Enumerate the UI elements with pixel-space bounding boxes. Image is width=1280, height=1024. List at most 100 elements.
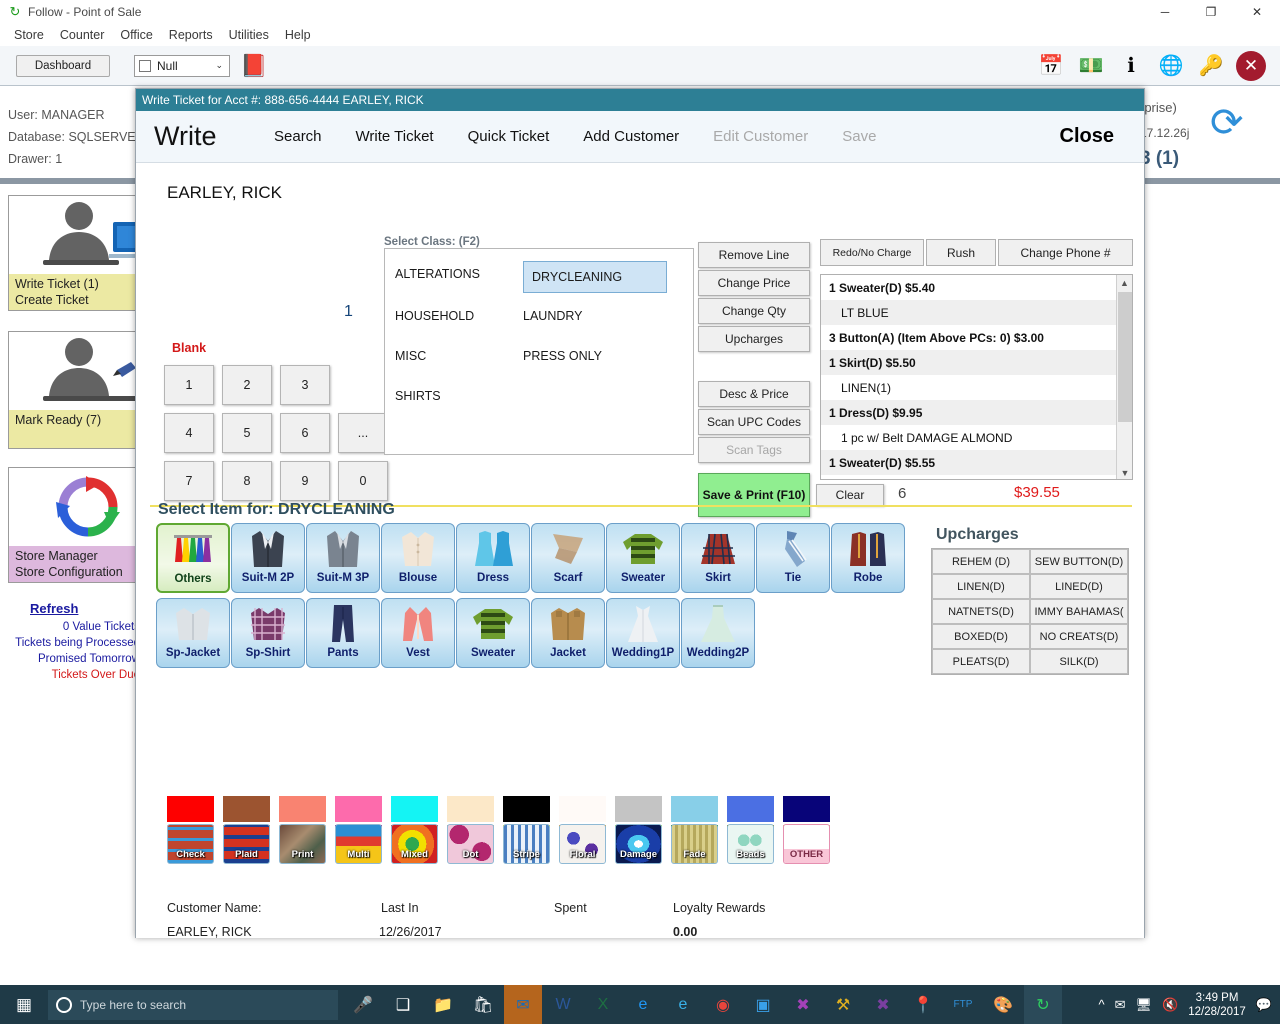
garment-button-dress[interactable]: Dress — [456, 523, 530, 593]
upcharge-no-creats-d[interactable]: NO CREATS(D) — [1030, 624, 1128, 649]
calendar-icon[interactable]: 📅 — [1036, 51, 1066, 81]
network-icon[interactable]: 🖥 — [1136, 997, 1153, 1013]
ribbon-item-quick-ticket[interactable]: Quick Ticket — [468, 128, 550, 145]
color-swatch[interactable] — [727, 796, 774, 822]
menu-item-help[interactable]: Help — [277, 26, 319, 44]
save-print-button[interactable]: Save & Print (F10) — [698, 473, 810, 517]
upcharge-silk-d[interactable]: SILK(D) — [1030, 649, 1128, 674]
ticket-list-scrollbar[interactable]: ▲ ▼ — [1116, 275, 1132, 480]
keypad-key-5[interactable]: 5 — [222, 413, 272, 453]
remote-desktop-icon[interactable]: ▣ — [744, 985, 782, 1024]
search-input[interactable]: Type here to search — [48, 990, 338, 1020]
dialog-close-button[interactable]: Close — [1060, 125, 1114, 148]
ribbon-item-add-customer[interactable]: Add Customer — [583, 128, 679, 145]
scrollbar-thumb[interactable] — [1118, 292, 1132, 422]
pattern-button-floral[interactable]: Floral — [559, 824, 606, 864]
garment-button-skirt[interactable]: Skirt — [681, 523, 755, 593]
action-center-icon[interactable]: 💬 — [1256, 997, 1272, 1013]
tab-redo-no-charge[interactable]: Redo/No Charge — [820, 239, 924, 266]
pattern-button-multi[interactable]: Multi — [335, 824, 382, 864]
upcharge-linen-d[interactable]: LINEN(D) — [932, 574, 1030, 599]
help-sign-icon[interactable]: ℹ — [1116, 51, 1146, 81]
ftp-icon[interactable]: FTP — [944, 985, 982, 1024]
tab-rush[interactable]: Rush — [926, 239, 996, 266]
excel-icon[interactable]: X — [584, 985, 622, 1024]
color-swatch[interactable] — [671, 796, 718, 822]
close-button[interactable]: ✕ — [1234, 0, 1280, 24]
ticket-line-list[interactable]: 1 Sweater(D) $5.40LT BLUE3 Button(A) (It… — [820, 274, 1133, 480]
microsoft-store-icon[interactable]: 🛍 — [464, 985, 502, 1024]
upcharge-immy-bahamas[interactable]: IMMY BAHAMAS( — [1030, 599, 1128, 624]
ribbon-item-write-ticket[interactable]: Write Ticket — [356, 128, 434, 145]
keypad-key-8[interactable]: 8 — [222, 461, 272, 501]
pattern-button-other[interactable]: OTHER — [783, 824, 830, 864]
desc-price-button[interactable]: Desc & Price — [698, 381, 810, 407]
keypad-key-9[interactable]: 9 — [280, 461, 330, 501]
garment-button-jacket[interactable]: Jacket — [531, 598, 605, 668]
keypad-key-7[interactable]: 7 — [164, 461, 214, 501]
exit-icon[interactable]: ✕ — [1236, 51, 1266, 81]
file-explorer-icon[interactable]: 📁 — [424, 985, 462, 1024]
garment-button-robe[interactable]: Robe — [831, 523, 905, 593]
upcharge-lined-d[interactable]: LINED(D) — [1030, 574, 1128, 599]
keypad-key-6[interactable]: 6 — [280, 413, 330, 453]
change-price-button[interactable]: Change Price — [698, 270, 810, 296]
menu-item-counter[interactable]: Counter — [52, 26, 112, 44]
paint-icon[interactable]: 🎨 — [984, 985, 1022, 1024]
ticket-line[interactable]: LINEN(1) — [821, 375, 1132, 400]
upcharge-rehem-d[interactable]: REHEM (D) — [932, 549, 1030, 574]
ticket-line[interactable]: 1 Skirt(D) $5.50 — [821, 350, 1132, 375]
chrome-icon[interactable]: ◉ — [704, 985, 742, 1024]
sync-arrows-icon[interactable]: ⟳ — [1210, 100, 1244, 146]
ticket-line[interactable]: 3 Button(A) (Item Above PCs: 0) $3.00 — [821, 325, 1132, 350]
pos-app-icon[interactable]: ↻ — [1024, 985, 1062, 1024]
pattern-button-stripe[interactable]: Stripe — [503, 824, 550, 864]
garment-button-sweater[interactable]: Sweater — [456, 598, 530, 668]
keypad-key-2[interactable]: 2 — [222, 365, 272, 405]
upcharge-boxed-d[interactable]: BOXED(D) — [932, 624, 1030, 649]
scroll-up-icon[interactable]: ▲ — [1117, 275, 1132, 291]
store-select[interactable]: Null ⌄ — [134, 55, 230, 77]
pattern-button-damage[interactable]: Damage — [615, 824, 662, 864]
class-item-laundry[interactable]: LAUNDRY — [523, 309, 583, 323]
mail-icon[interactable]: ✉ — [1115, 997, 1126, 1013]
class-item-drycleaning[interactable]: DRYCLEANING — [523, 261, 667, 293]
keypad-key-dotdotdot[interactable]: ... — [338, 413, 388, 453]
color-swatch[interactable] — [223, 796, 270, 822]
garment-button-scarf[interactable]: Scarf — [531, 523, 605, 593]
edge-icon[interactable]: e — [624, 985, 662, 1024]
maps-icon[interactable]: 📍 — [904, 985, 942, 1024]
class-item-alterations[interactable]: ALTERATIONS — [395, 267, 480, 281]
garment-button-tie[interactable]: Tie — [756, 523, 830, 593]
clock[interactable]: 3:49 PM 12/28/2017 — [1188, 991, 1246, 1019]
garment-button-wedding1p[interactable]: Wedding1P — [606, 598, 680, 668]
pattern-button-plaid[interactable]: Plaid — [223, 824, 270, 864]
maximize-button[interactable]: ❐ — [1188, 0, 1234, 24]
visual-studio-code-icon[interactable]: ✖ — [864, 985, 902, 1024]
ticket-line[interactable]: 1 Dress(D) $9.95 — [821, 400, 1132, 425]
mic-icon[interactable]: 🎤 — [344, 985, 382, 1024]
keypad-key-1[interactable]: 1 — [164, 365, 214, 405]
dashboard-button[interactable]: Dashboard — [16, 55, 110, 77]
garment-button-sp-shirt[interactable]: Sp-Shirt — [231, 598, 305, 668]
ticket-line[interactable]: LT BLUE — [821, 300, 1132, 325]
ticket-line[interactable]: 1 Sweater(D) $5.40 — [821, 275, 1132, 300]
pattern-button-dot[interactable]: Dot — [447, 824, 494, 864]
outlook-icon[interactable]: ✉ — [504, 985, 542, 1024]
sql-tools-icon[interactable]: ⚒ — [824, 985, 862, 1024]
garment-button-sweater[interactable]: Sweater — [606, 523, 680, 593]
pattern-button-beads[interactable]: Beads — [727, 824, 774, 864]
pattern-button-check[interactable]: Check — [167, 824, 214, 864]
color-swatch[interactable] — [279, 796, 326, 822]
color-swatch[interactable] — [783, 796, 830, 822]
remove-line-button[interactable]: Remove Line — [698, 242, 810, 268]
upcharge-natnets-d[interactable]: NATNETS(D) — [932, 599, 1030, 624]
class-item-household[interactable]: HOUSEHOLD — [395, 309, 474, 323]
menu-item-store[interactable]: Store — [6, 26, 52, 44]
garment-button-pants[interactable]: Pants — [306, 598, 380, 668]
minimize-button[interactable]: ─ — [1142, 0, 1188, 24]
ticket-line[interactable]: 1 Skirt(D) $4.75 — [821, 475, 1132, 480]
color-swatch[interactable] — [503, 796, 550, 822]
visual-studio-icon[interactable]: ✖ — [784, 985, 822, 1024]
color-swatch[interactable] — [335, 796, 382, 822]
